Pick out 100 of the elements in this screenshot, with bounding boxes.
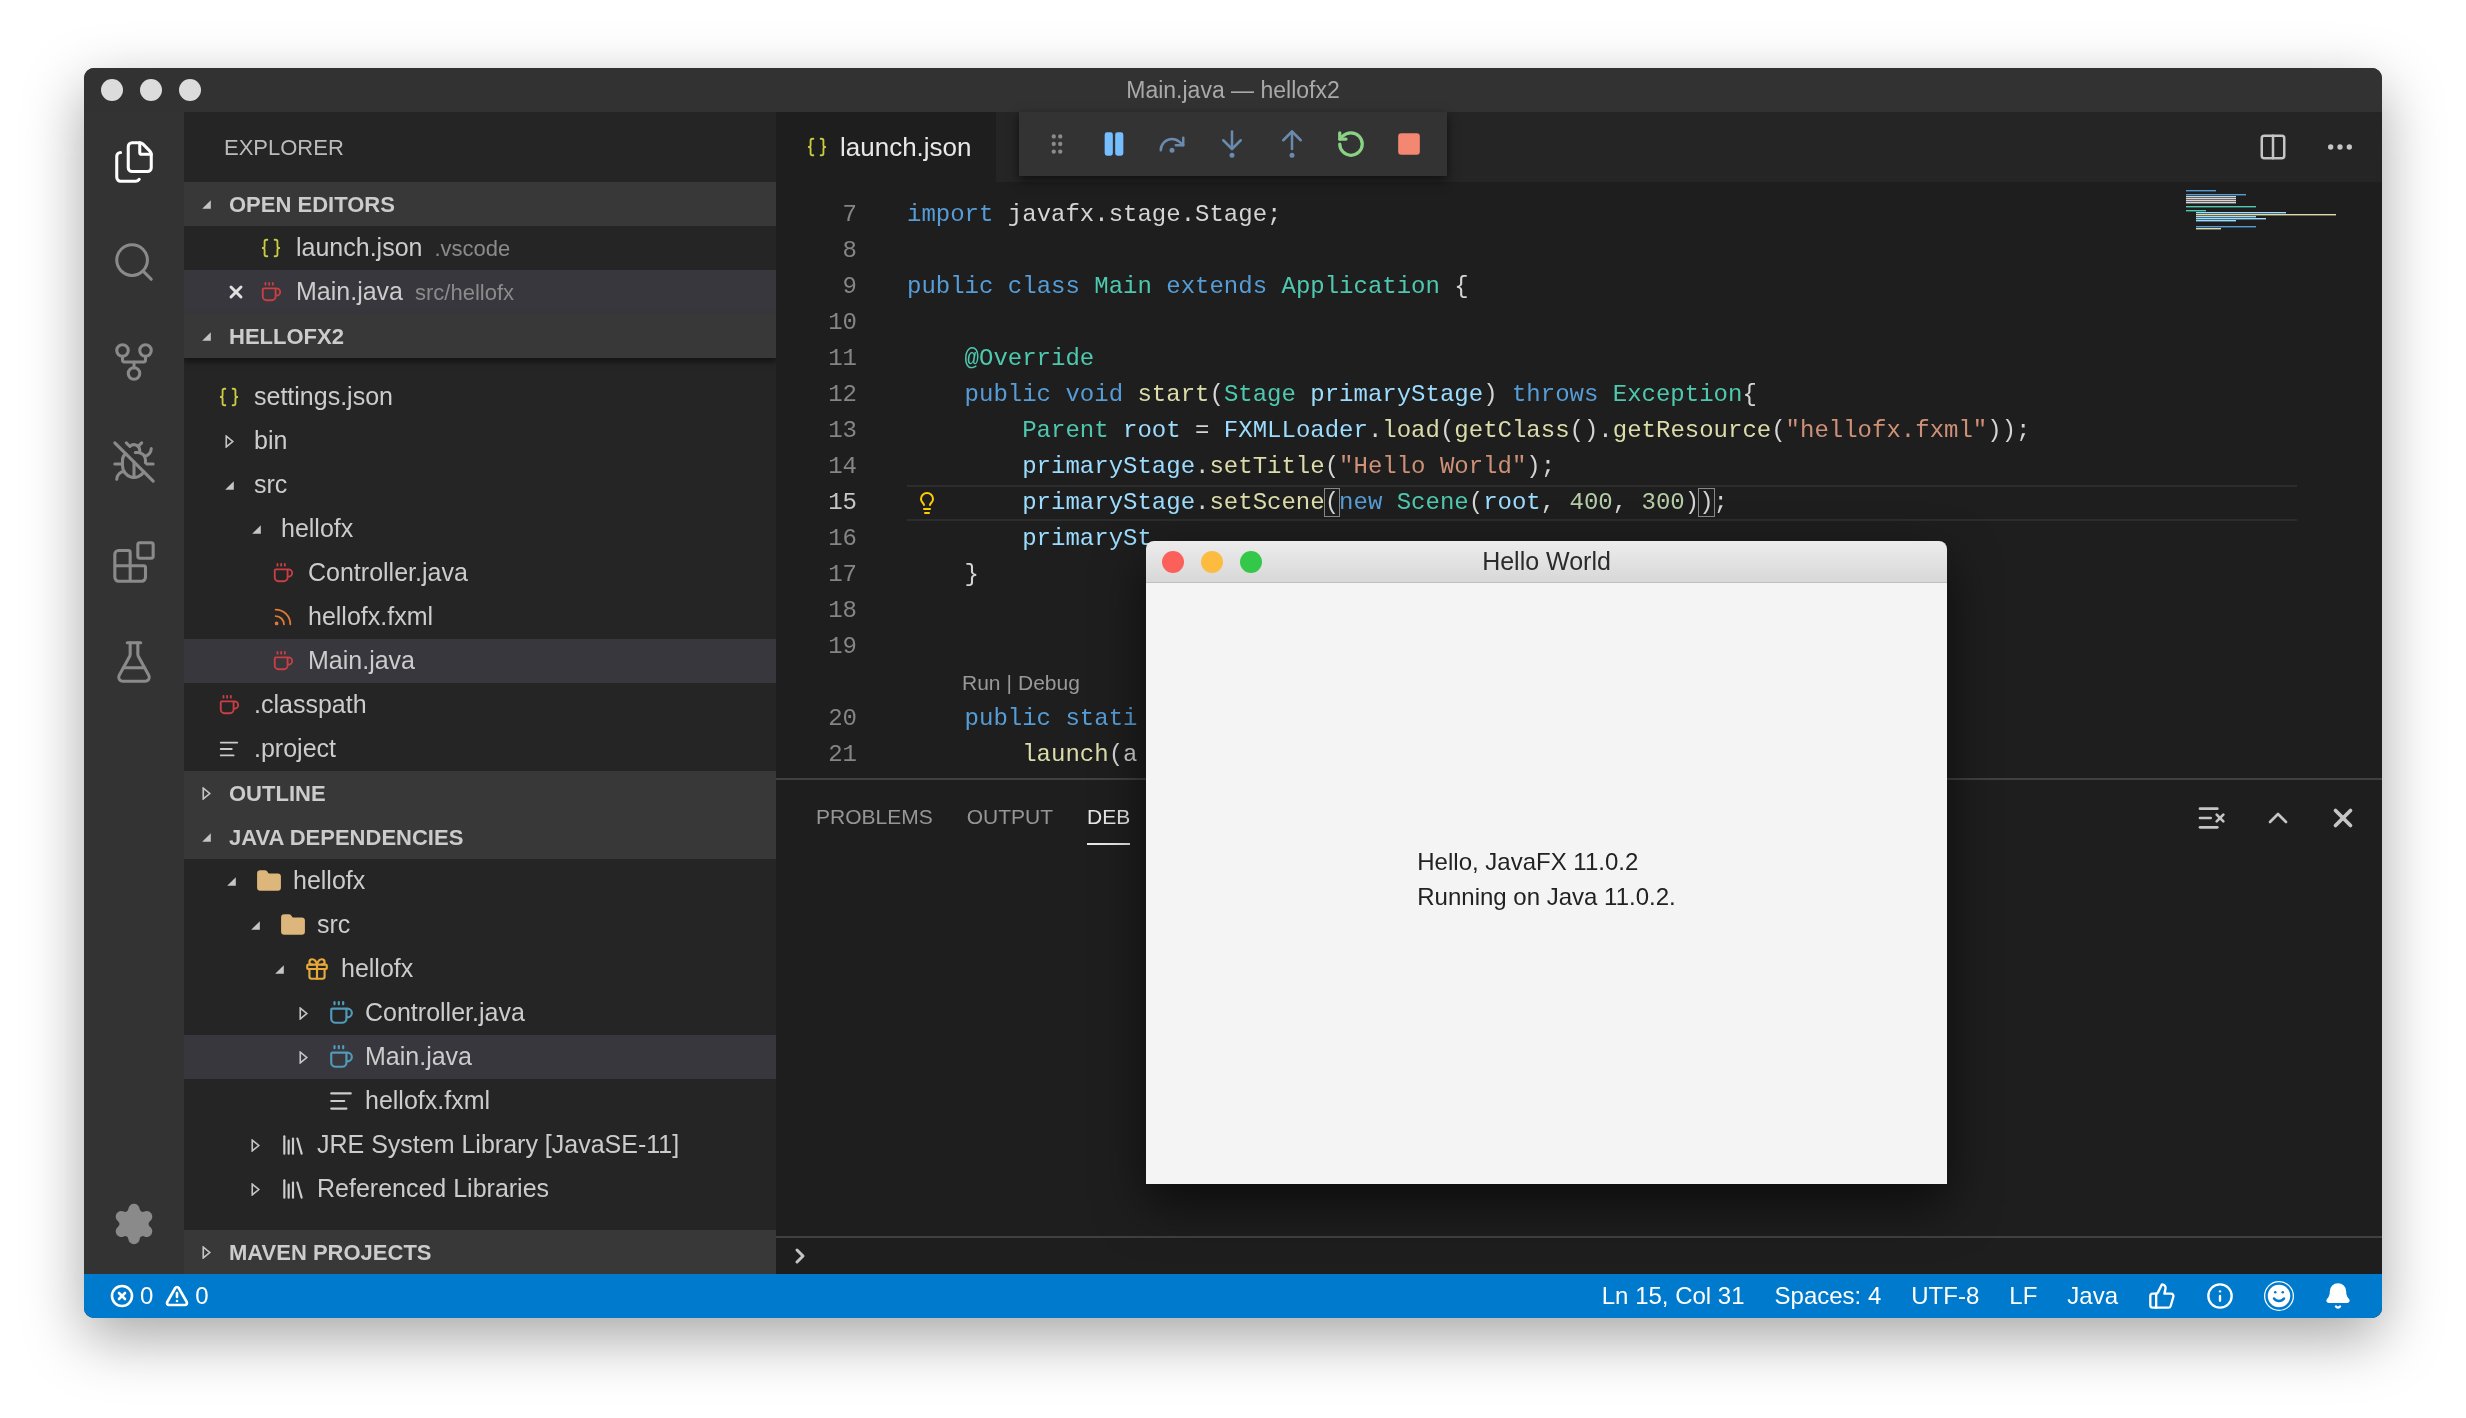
line-number: 21 <box>827 740 857 770</box>
tree-item[interactable]: Controller.java <box>184 551 776 595</box>
code-line: public stati <box>963 704 1138 734</box>
books-icon <box>280 1132 306 1158</box>
braces-icon <box>218 386 240 408</box>
caret-icon[interactable] <box>296 1006 310 1020</box>
error-count[interactable]: 0 <box>140 1278 154 1314</box>
line-number: 13 <box>827 416 857 446</box>
line-number: 16 <box>827 524 857 554</box>
coffee-cup-icon <box>328 1044 354 1070</box>
thumbs-up-icon[interactable] <box>2148 1282 2176 1310</box>
message-text: Hello, JavaFX 11.0.2 <box>1417 846 1640 877</box>
open-editor-item[interactable]: Main.java src/hellofx <box>184 270 776 314</box>
rss-feed-icon <box>272 606 294 628</box>
braces-icon <box>806 136 828 158</box>
code-line: import javafx.stage.Stage; <box>907 200 1282 230</box>
tree-item[interactable]: Main.java <box>184 1035 776 1079</box>
caret-icon[interactable] <box>222 434 236 448</box>
warning-icon[interactable] <box>165 1284 190 1308</box>
code-line: primarySt <box>1021 524 1152 554</box>
braces-icon <box>260 237 282 259</box>
tree-item[interactable]: settings.json <box>184 375 776 419</box>
file-path: src/hellofx <box>415 278 515 307</box>
file-path: .vscode <box>434 234 511 263</box>
tree-item[interactable]: src <box>184 903 776 947</box>
caret-icon[interactable] <box>200 197 213 211</box>
panel-tab[interactable]: OUTPUT <box>966 791 1054 845</box>
tree-item[interactable]: hellofx <box>184 947 776 991</box>
caret-icon[interactable] <box>222 478 236 492</box>
line-number: 7 <box>841 200 857 230</box>
section-header[interactable]: HELLOFX2 <box>184 314 776 358</box>
panel-tab[interactable]: PROBLEMS <box>816 791 933 845</box>
section-header[interactable]: JAVA DEPENDENCIES <box>184 815 776 859</box>
code-line: public class Main extends Application { <box>907 272 1469 302</box>
status-item[interactable]: LF <box>2009 1278 2038 1314</box>
caret-icon[interactable] <box>200 1245 213 1259</box>
line-number: 17 <box>827 560 857 590</box>
coffee-cup-icon <box>328 1000 354 1026</box>
caret-icon[interactable] <box>248 1182 262 1196</box>
dialog-title: Hello World <box>1482 545 1611 577</box>
error-icon[interactable] <box>110 1284 134 1308</box>
section-header[interactable]: OUTLINE <box>184 771 776 815</box>
caret-icon[interactable] <box>224 874 238 888</box>
status-item[interactable]: Java <box>2067 1278 2118 1314</box>
caret-icon[interactable] <box>248 1138 262 1152</box>
caret-icon[interactable] <box>200 786 213 800</box>
coffee-cup-icon <box>218 694 240 716</box>
tree-item[interactable]: bin <box>184 419 776 463</box>
code-line: public void start(Stage primaryStage) throws Exception{ <box>963 380 1757 410</box>
line-number: 10 <box>827 308 857 338</box>
code-line: @Override <box>963 344 1095 374</box>
panel-tab[interactable]: DEB <box>1087 791 1131 845</box>
code-line: launch(a <box>1021 740 1138 770</box>
tree-item[interactable]: hellofx <box>184 507 776 551</box>
stop-icon[interactable] <box>1396 131 1423 157</box>
code-line: primaryStage.setScene(new Scene(root, 400, 300)); <box>1021 488 1728 518</box>
codelens-link[interactable]: Debug <box>1018 667 1080 699</box>
status-item[interactable]: UTF-8 <box>1911 1278 1980 1314</box>
tree-item[interactable]: Main.java <box>184 639 776 683</box>
bell-icon[interactable] <box>2324 1282 2352 1310</box>
smiley-icon[interactable] <box>2264 1281 2294 1311</box>
caret-icon[interactable] <box>200 329 213 343</box>
caret-icon[interactable] <box>248 918 262 932</box>
caret-icon[interactable] <box>272 962 286 976</box>
codelens-link[interactable]: Run <box>962 667 1001 699</box>
warning-count[interactable]: 0 <box>195 1278 209 1314</box>
info-icon[interactable] <box>2206 1282 2234 1310</box>
split-editor-icon[interactable] <box>2258 132 2288 162</box>
status-item[interactable]: Ln 15, Col 31 <box>1601 1278 1745 1314</box>
line-number: 18 <box>827 596 857 626</box>
caret-icon[interactable] <box>249 522 263 536</box>
section-header[interactable]: MAVEN PROJECTS <box>184 1230 776 1274</box>
open-editor-item[interactable]: launch.json .vscode <box>184 226 776 270</box>
message-text: Running on Java 11.0.2. <box>1417 881 1676 912</box>
tree-item[interactable]: .classpath <box>184 683 776 727</box>
coffee-cup-icon <box>272 650 294 672</box>
zoom-button[interactable] <box>179 79 201 101</box>
crossed-bug-icon[interactable] <box>111 439 157 485</box>
tree-item[interactable]: .project <box>184 727 776 771</box>
gift-box-icon <box>304 956 330 982</box>
tree-item[interactable]: Controller.java <box>184 991 776 1035</box>
status-item[interactable]: Spaces: 4 <box>1774 1278 1882 1314</box>
tree-item[interactable]: JRE System Library [JavaSE-11] <box>184 1123 776 1167</box>
tree-item[interactable]: src <box>184 463 776 507</box>
code-line: primaryStage.setTitle("Hello World"); <box>1021 452 1556 482</box>
books-icon <box>280 1176 306 1202</box>
line-number: 19 <box>827 632 857 662</box>
tree-item[interactable]: Referenced Libraries <box>184 1167 776 1211</box>
section-title: HELLOFX2 <box>229 322 344 351</box>
close-button[interactable] <box>101 79 123 101</box>
caret-icon[interactable] <box>296 1050 310 1064</box>
tree-item[interactable]: hellofx.fxml <box>184 1079 776 1123</box>
section-header[interactable]: OPEN EDITORS <box>184 182 776 226</box>
blocks-icon[interactable] <box>111 539 157 585</box>
tree-item[interactable]: hellofx.fxml <box>184 595 776 639</box>
editor-tab[interactable]: launch.json <box>776 112 996 182</box>
caret-icon[interactable] <box>200 830 213 844</box>
restart-icon[interactable] <box>1336 129 1367 159</box>
tree-item[interactable]: hellofx <box>184 859 776 903</box>
minimize-button[interactable] <box>140 79 162 101</box>
